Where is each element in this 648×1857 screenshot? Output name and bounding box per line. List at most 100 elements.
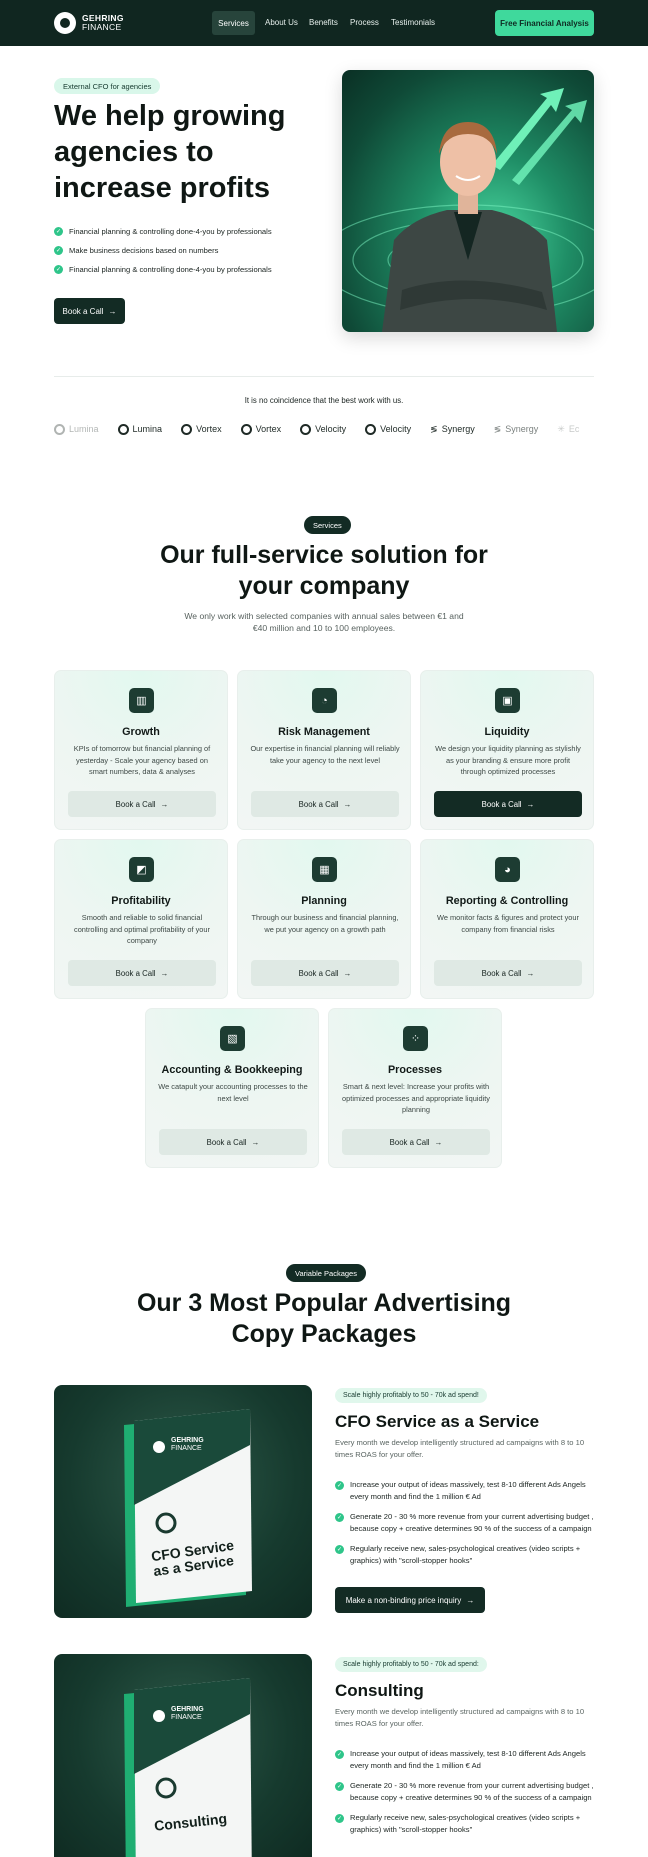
book-illustration <box>124 1409 252 1607</box>
arrow-right-icon: → <box>526 968 535 978</box>
book-call-button[interactable]: Book a Call → <box>68 960 216 986</box>
wallet-icon: ▣ <box>495 688 520 713</box>
hero-title: We help growing agencies to increase pro… <box>54 100 286 204</box>
arrow-right-icon: → <box>343 799 352 809</box>
book-call-button[interactable]: Book a Call → <box>342 1129 490 1155</box>
arrow-right-icon: → <box>160 968 169 978</box>
vortex-icon <box>240 423 252 435</box>
brand-logo: Lumina <box>117 423 162 435</box>
hero-check-item: ✓ Financial planning & controlling done-… <box>54 265 272 274</box>
logo[interactable]: GEHRING FINANCE <box>54 12 124 34</box>
hero-portrait-image <box>342 70 594 332</box>
arrow-right-icon: → <box>526 799 535 809</box>
logos-caption: It is no coincidence that the best work … <box>244 396 404 405</box>
arrow-right-icon: → <box>466 1595 475 1605</box>
book-call-button[interactable]: Book a Call → <box>251 791 399 817</box>
arrow-right-icon: → <box>108 306 117 316</box>
portrait-illustration <box>342 88 594 332</box>
arrow-right-icon: → <box>251 1137 260 1147</box>
service-card-processes: ⁘ Processes Smart & next level: Increase… <box>328 1008 502 1168</box>
services-badge: Services <box>304 516 351 534</box>
trend-icon: ◩ <box>129 857 154 882</box>
logo-icon <box>54 12 76 34</box>
service-card-profitability: ◩ Profitability Smooth and reliable to s… <box>54 839 228 999</box>
check-icon: ✓ <box>335 1481 344 1490</box>
arrow-right-icon: → <box>160 799 169 809</box>
check-icon: ✓ <box>54 265 63 274</box>
synergy-icon: ≶ <box>430 423 438 434</box>
logo-line2: FINANCE <box>82 22 122 32</box>
book-call-button[interactable]: Book a Call → <box>434 960 582 986</box>
calendar-icon: ▦ <box>312 857 337 882</box>
book-call-button[interactable]: Book a Call → <box>68 791 216 817</box>
service-card-reporting: ◕ Reporting & Controlling We monitor fac… <box>420 839 594 999</box>
section-divider <box>54 376 594 377</box>
nav-link-testimonials[interactable]: Testimonials <box>391 18 435 27</box>
package-image-cfo: GEHRING FINANCE CFO Service as a Service <box>54 1385 312 1618</box>
package-feature: ✓ Generate 20 - 30 % more revenue from yo… <box>335 1781 594 1802</box>
brand-logo: Lumina <box>54 423 99 435</box>
chart-icon: ▥ <box>129 688 154 713</box>
nav-link-services[interactable]: Services <box>212 11 255 35</box>
services-subtitle: We only work with selected companies wit… <box>184 611 464 633</box>
package-pill: Scale highly profitably to 50 - 70k ad s… <box>335 1388 487 1403</box>
package-title: Consulting <box>335 1681 424 1700</box>
brand-logo: ≶ Synergy <box>493 423 539 435</box>
hero-book-call-button[interactable]: Book a Call → <box>54 298 125 324</box>
lumina-icon <box>117 423 129 435</box>
check-icon: ✓ <box>54 246 63 255</box>
book-call-button[interactable]: Book a Call → <box>251 960 399 986</box>
client-logos-row: Lumina Lumina Vortex Vortex Velocity Vel… <box>54 420 594 438</box>
arrow-right-icon: → <box>343 968 352 978</box>
package-feature: ✓ Increase your output of ideas massively… <box>335 1480 586 1501</box>
check-icon: ✓ <box>335 1513 344 1522</box>
package-image-consulting: GEHRING FINANCE Consulting <box>54 1654 312 1857</box>
service-card-planning: ▦ Planning Through our business and fina… <box>237 839 411 999</box>
nav-link-process[interactable]: Process <box>350 18 379 27</box>
book-call-button[interactable]: Book a Call → <box>159 1129 307 1155</box>
book-call-button[interactable]: Book a Call → <box>434 791 582 817</box>
vortex-icon <box>181 423 193 435</box>
check-icon: ✓ <box>335 1545 344 1554</box>
top-nav: GEHRING FINANCE Services About Us Benefi… <box>0 0 648 46</box>
nav-link-about[interactable]: About Us <box>265 18 298 27</box>
service-card-accounting: ▧ Accounting & Bookkeeping We catapult y… <box>145 1008 319 1168</box>
free-analysis-button[interactable]: Free Financial Analysis <box>495 10 594 36</box>
ec-icon: ✳ <box>557 423 565 434</box>
check-icon: ✓ <box>335 1814 344 1823</box>
arrow-right-icon: → <box>434 1137 443 1147</box>
brand-logo: Vortex <box>240 423 281 435</box>
package-feature: ✓ Regularly receive new, sales-psychologi… <box>335 1544 581 1565</box>
check-icon: ✓ <box>54 227 63 236</box>
hero-badge: External CFO for agencies <box>54 78 161 94</box>
package-pill: Scale highly profitably to 50 - 70k ad s… <box>335 1657 487 1672</box>
velocity-icon <box>365 423 377 435</box>
package-subtitle: Every month we develop intelligently str… <box>335 1707 585 1728</box>
grid-icon: ⁘ <box>403 1026 428 1051</box>
service-card-growth: ▥ Growth KPIs of tomorrow but financial … <box>54 670 228 830</box>
package-feature: ✓ Generate 20 - 30 % more revenue from yo… <box>335 1512 594 1533</box>
brand-logo: Velocity <box>365 423 411 435</box>
gauge-icon: ◔ <box>312 688 337 713</box>
packages-badge: Variable Packages <box>286 1264 366 1282</box>
nav-link-benefits[interactable]: Benefits <box>309 18 338 27</box>
service-card-liquidity: ▣ Liquidity We design your liquidity pla… <box>420 670 594 830</box>
synergy-icon: ≶ <box>493 423 502 434</box>
hero-check-item: ✓ Make business decisions based on numbe… <box>54 246 219 255</box>
services-title: Our full-service solution for your compa… <box>160 541 488 600</box>
service-card-risk-management: ◔ Risk Management Our expertise in finan… <box>237 670 411 830</box>
brand-logo: ≶ Synergy <box>430 423 475 435</box>
package-title: CFO Service as a Service <box>335 1412 540 1431</box>
brand-logo: Vortex <box>181 423 222 435</box>
packages-title: Our 3 Most Popular Advertising Copy Pack… <box>136 1289 512 1348</box>
package-feature: ✓ Regularly receive new, sales-psychologi… <box>335 1813 581 1834</box>
lumina-icon <box>54 423 65 435</box>
package-subtitle: Every month we develop intelligently str… <box>335 1438 585 1459</box>
hero-check-item: ✓ Financial planning & controlling done-… <box>54 227 272 236</box>
brand-logo: ✳ Ec <box>557 423 580 435</box>
pie-icon: ◕ <box>495 857 520 882</box>
check-icon: ✓ <box>335 1750 344 1759</box>
check-icon: ✓ <box>335 1782 344 1791</box>
velocity-icon <box>300 423 312 435</box>
price-inquiry-button[interactable]: Make a non-binding price inquiry → <box>335 1587 485 1613</box>
